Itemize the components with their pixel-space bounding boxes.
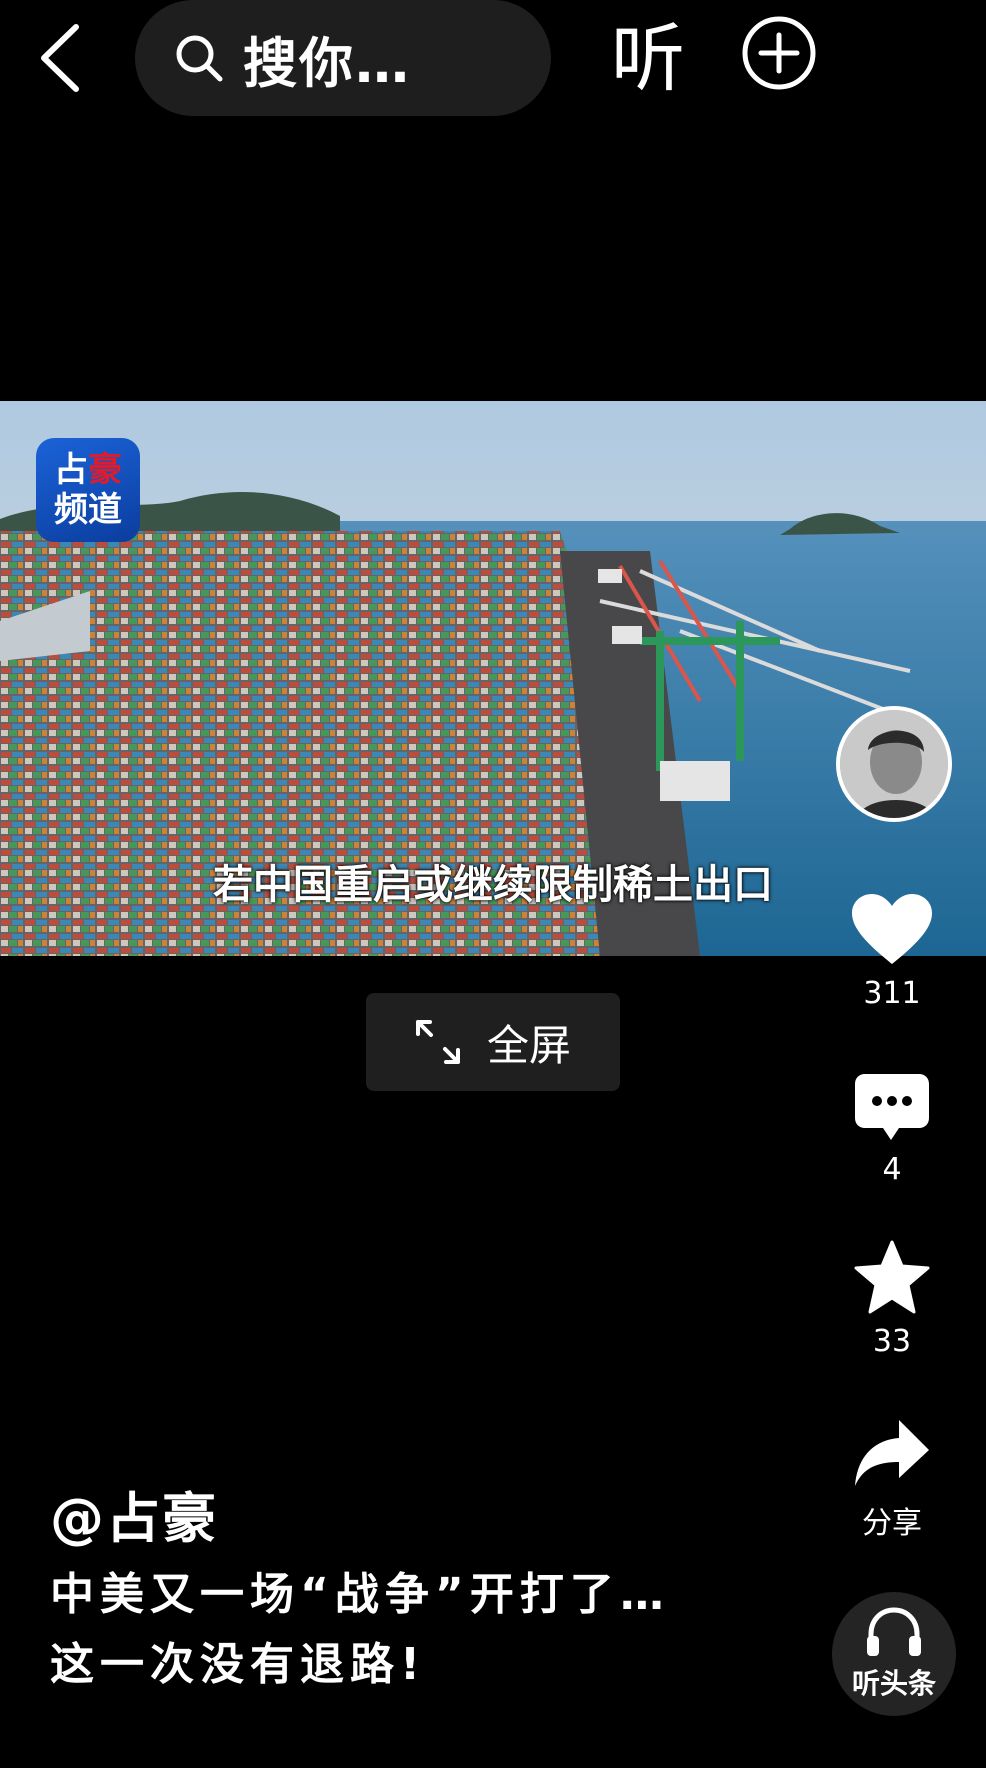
- favorite-count: 33: [872, 1324, 912, 1359]
- add-icon[interactable]: [740, 14, 818, 92]
- comment-action[interactable]: 4: [842, 1074, 942, 1187]
- star-icon: [854, 1240, 930, 1314]
- caption-line-2: 这一次没有退路!: [50, 1639, 427, 1690]
- chevron-left-icon: [41, 24, 79, 92]
- search-placeholder: 搜你…: [243, 31, 411, 95]
- avatar-image: [840, 710, 948, 818]
- video-subtitle: 若中国重启或继续限制稀土出口: [213, 862, 773, 908]
- post-caption[interactable]: 中美又一场“战争”开打了… 这一次没有退路!: [50, 1560, 670, 1700]
- listen-button[interactable]: 听: [606, 14, 690, 104]
- like-action[interactable]: 311: [842, 894, 942, 1011]
- heart-icon: [852, 894, 932, 964]
- share-action[interactable]: 分享: [842, 1418, 942, 1542]
- search-bar[interactable]: 搜你…: [135, 0, 551, 116]
- share-arrow-icon: [855, 1420, 929, 1486]
- share-label: 分享: [862, 1506, 922, 1541]
- listen-headlines-button[interactable]: 听头条: [832, 1592, 956, 1716]
- channel-logo-text: 占: [54, 450, 88, 490]
- favorite-action[interactable]: 33: [842, 1240, 942, 1359]
- like-count: 311: [863, 976, 921, 1011]
- caption-line-1: 中美又一场“战争”开打了…: [50, 1569, 670, 1620]
- fullscreen-button[interactable]: 全屏: [366, 993, 620, 1091]
- channel-logo: 占豪 频道: [36, 438, 140, 542]
- author-name[interactable]: @占豪: [50, 1474, 218, 1553]
- search-icon: [176, 35, 223, 82]
- headphones-icon: [867, 1607, 921, 1656]
- comment-icon: [855, 1074, 929, 1140]
- top-bar: 搜你… 听: [0, 0, 986, 120]
- channel-logo-text-red: 豪: [88, 450, 122, 490]
- listen-headlines-label: 听头条: [851, 1667, 936, 1700]
- channel-logo-text-2: 频道: [54, 490, 122, 530]
- fullscreen-label: 全屏: [486, 1020, 571, 1070]
- author-avatar[interactable]: [836, 706, 952, 822]
- expand-icon: [415, 1020, 460, 1064]
- comment-count: 4: [882, 1152, 902, 1187]
- back-button[interactable]: [30, 18, 90, 98]
